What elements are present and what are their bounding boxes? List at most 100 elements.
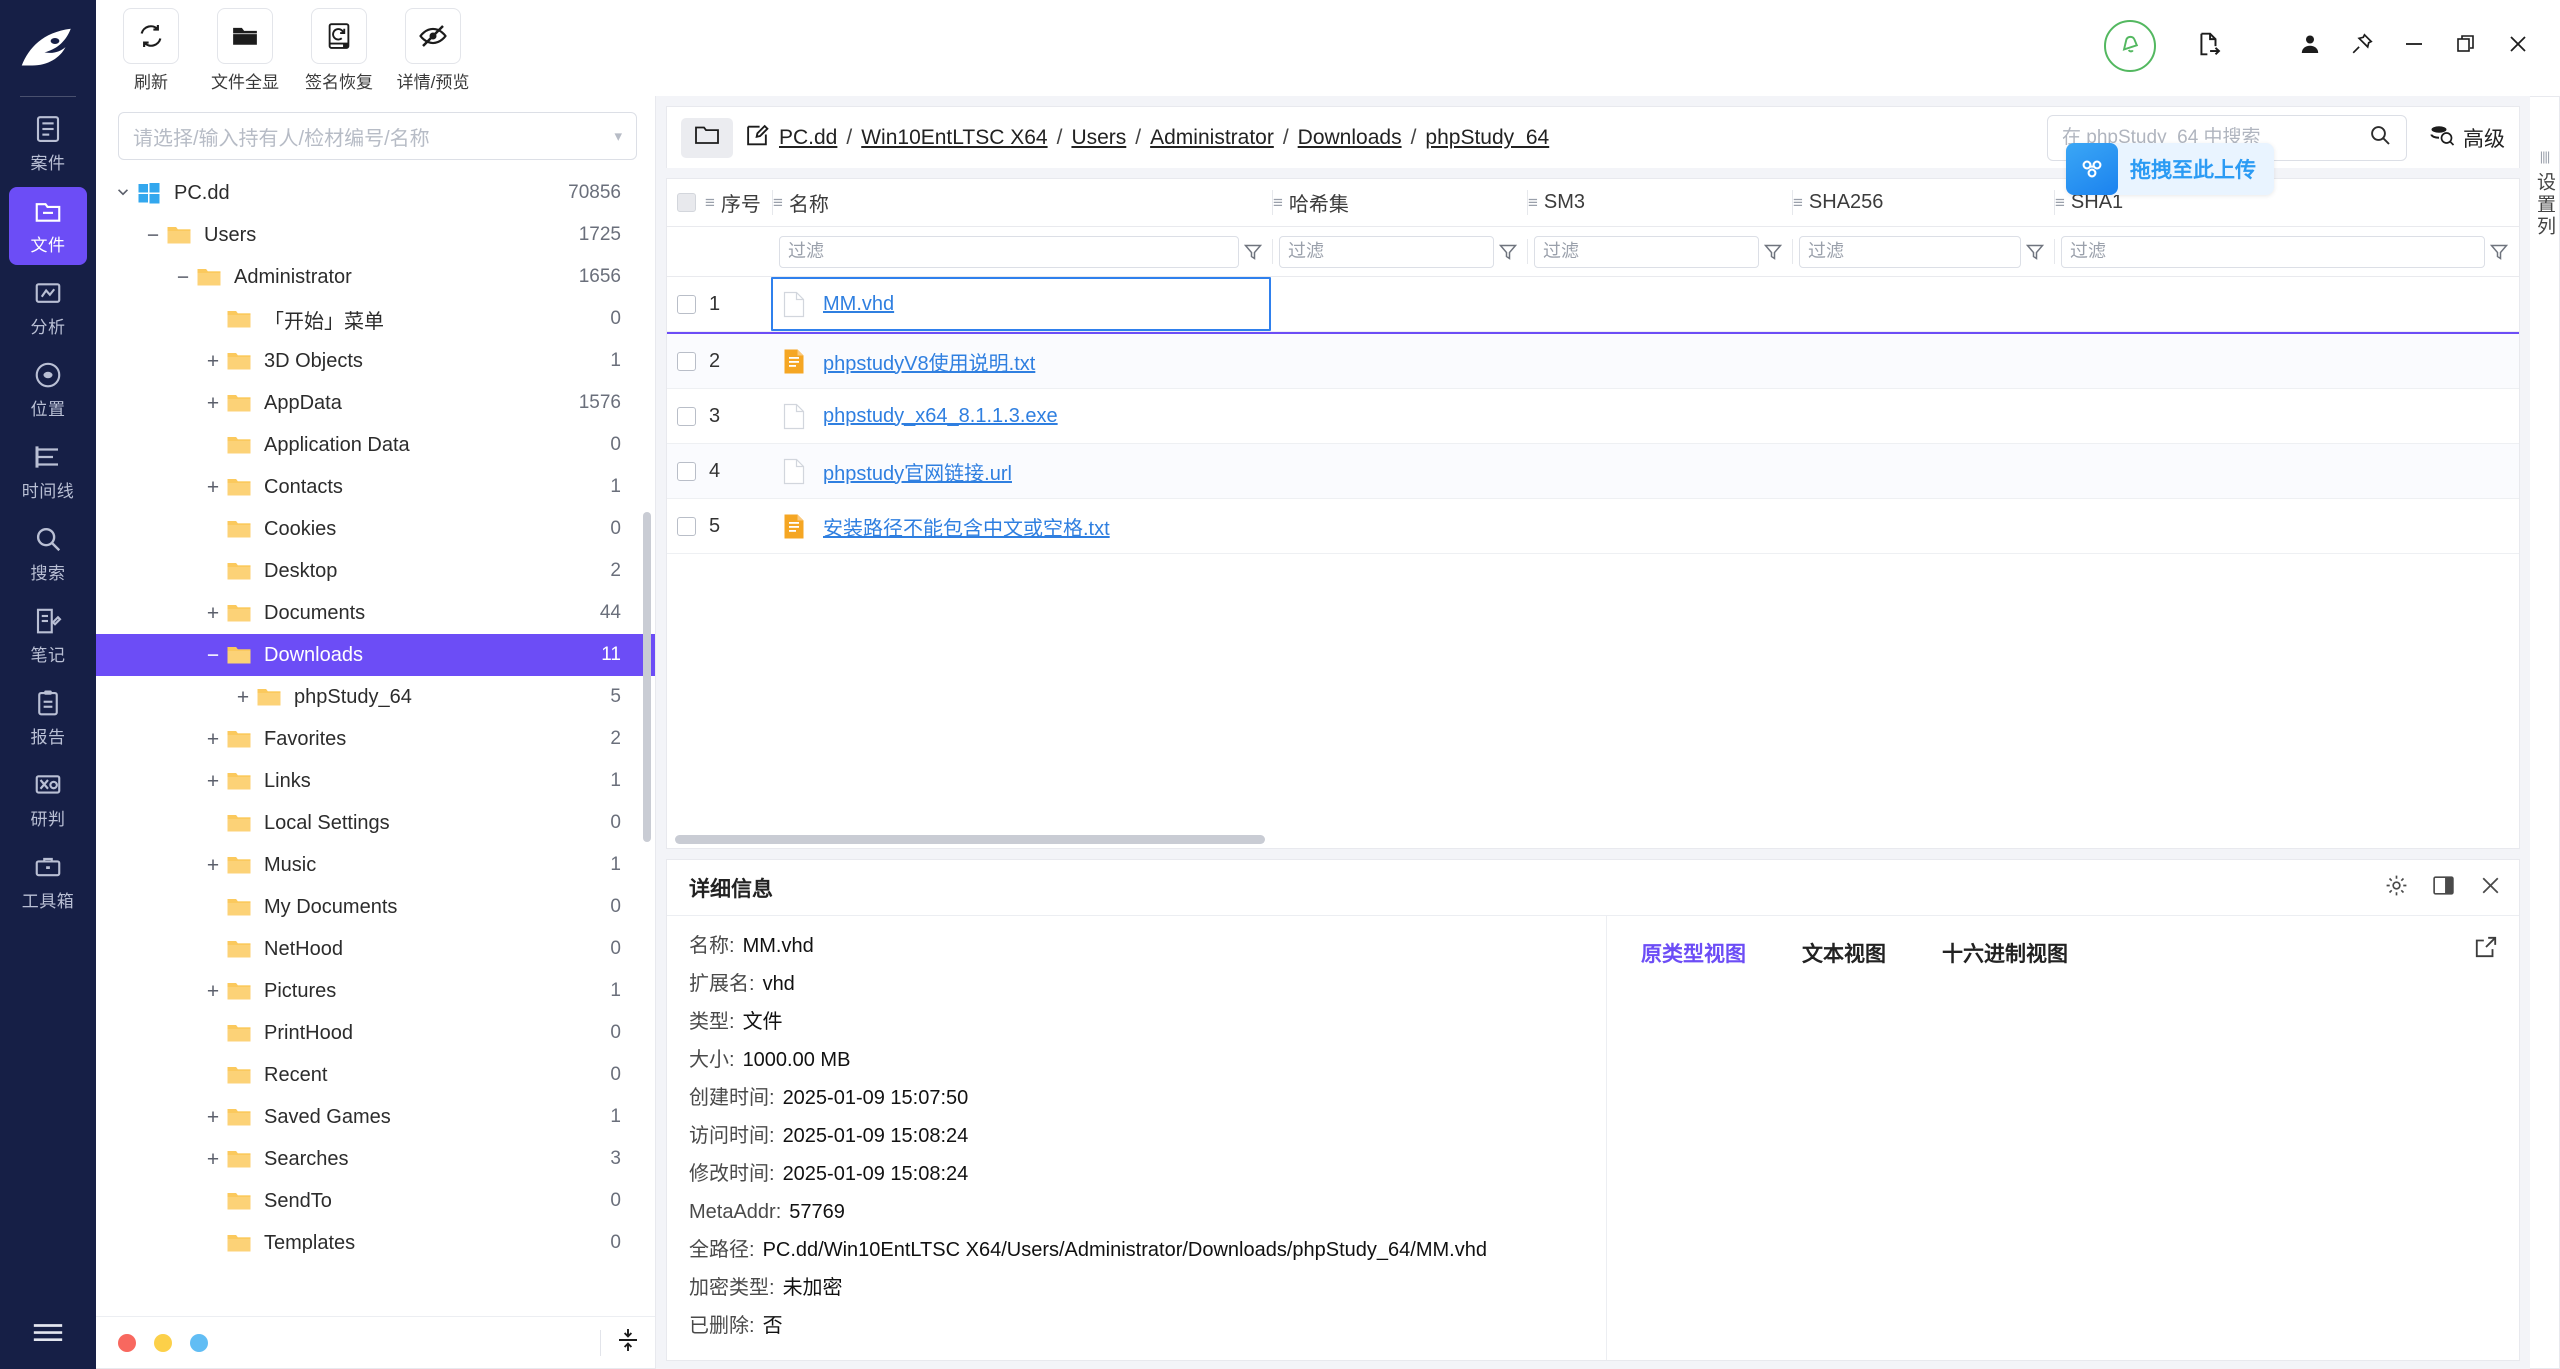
tree-node[interactable]: Local Settings 0 xyxy=(96,802,655,844)
open-external-icon[interactable] xyxy=(2473,934,2499,965)
tree-node[interactable]: Application Data 0 xyxy=(96,424,655,466)
breadcrumb-segment[interactable]: phpStudy_64 xyxy=(1425,126,1549,150)
filter-funnel-icon[interactable] xyxy=(1494,243,1522,261)
breadcrumb-segment[interactable]: PC.dd xyxy=(779,126,837,150)
search-icon[interactable] xyxy=(2368,123,2392,152)
gear-icon[interactable] xyxy=(2384,873,2409,903)
table-row[interactable]: 4 phpstudy官网链接.url xyxy=(667,444,2519,499)
maximize-button[interactable] xyxy=(2440,23,2492,69)
row-file-name[interactable]: 安装路径不能包含中文或空格.txt xyxy=(823,512,1110,541)
pin-window-button[interactable] xyxy=(2336,23,2388,69)
tag-dot-blue[interactable] xyxy=(190,1333,208,1352)
tree-collapse-icon[interactable]: − xyxy=(140,225,166,246)
row-checkbox-cell[interactable] xyxy=(667,351,705,371)
row-file-name[interactable]: MM.vhd xyxy=(823,293,894,316)
collapse-expand-icon[interactable] xyxy=(617,1327,639,1358)
close-icon[interactable] xyxy=(2478,873,2503,903)
tree-expand-icon[interactable]: + xyxy=(200,603,226,624)
sidebar-item-search[interactable]: 搜索 xyxy=(9,515,87,593)
table-row[interactable]: 3 phpstudy_x64_8.1.1.3.exe xyxy=(667,389,2519,444)
evidence-select[interactable]: 请选择/输入持有人/检材编号/名称 ▾ xyxy=(118,112,637,160)
filter-name-input[interactable] xyxy=(779,235,1239,268)
tree-node[interactable]: +3D Objects 1 xyxy=(96,340,655,382)
row-checkbox-cell[interactable] xyxy=(667,516,705,536)
tree-node[interactable]: − Downloads 11 xyxy=(96,634,655,676)
tree-node[interactable]: + Links 1 xyxy=(96,760,655,802)
row-checkbox[interactable] xyxy=(676,294,696,314)
tree-expand-icon[interactable]: + xyxy=(200,771,226,792)
advanced-search-button[interactable]: 高级 xyxy=(2429,123,2505,153)
notification-bell-button[interactable] xyxy=(2104,20,2156,72)
row-checkbox-cell[interactable] xyxy=(667,461,705,481)
tree-node[interactable]: + Searches 3 xyxy=(96,1138,655,1180)
table-horizontal-scrollbar[interactable] xyxy=(675,835,1265,844)
tree-expand-icon[interactable]: + xyxy=(200,393,226,414)
tree-node[interactable]: + phpStudy_64 5 xyxy=(96,676,655,718)
rail-menu-button[interactable] xyxy=(0,1321,96,1347)
row-file-name[interactable]: phpstudy官网链接.url xyxy=(823,457,1012,486)
close-button[interactable] xyxy=(2492,23,2544,69)
refresh-button[interactable]: 刷新 xyxy=(118,8,184,93)
preview-view-tab[interactable]: 文本视图 xyxy=(1802,938,1886,968)
tree-node[interactable]: + Favorites 2 xyxy=(96,718,655,760)
tree-node[interactable]: + Music 1 xyxy=(96,844,655,886)
minimize-button[interactable] xyxy=(2388,23,2440,69)
tree-node[interactable]: + Contacts 1 xyxy=(96,466,655,508)
tree-node[interactable]: SendTo 0 xyxy=(96,1180,655,1222)
row-file-name[interactable]: phpstudyV8使用说明.txt xyxy=(823,347,1035,376)
tree-scroll-area[interactable]: PC.dd 70856− Users 1725− Administrator 1656 「… xyxy=(96,172,655,1316)
show-all-files-button[interactable]: 文件全显 xyxy=(211,8,279,93)
tree-node[interactable]: Cookies 0 xyxy=(96,508,655,550)
tree-node[interactable]: Templates 0 xyxy=(96,1222,655,1264)
tree-expand-icon[interactable]: + xyxy=(230,687,256,708)
column-header-name[interactable]: ≡ 名称 xyxy=(773,179,1273,226)
filter-sha256-input[interactable] xyxy=(1799,235,2021,268)
row-file-name[interactable]: phpstudy_x64_8.1.1.3.exe xyxy=(823,405,1058,428)
open-folder-button[interactable] xyxy=(681,117,733,158)
filter-hashset-input[interactable] xyxy=(1279,235,1494,268)
row-name-cell[interactable]: phpstudyV8使用说明.txt xyxy=(773,334,1273,388)
tree-expand-icon[interactable]: + xyxy=(200,351,226,372)
sidebar-item-location[interactable]: 位置 xyxy=(9,351,87,429)
export-button[interactable] xyxy=(2186,23,2232,69)
tree-node[interactable]: + Saved Games 1 xyxy=(96,1096,655,1138)
column-settings-tab[interactable]: |||| 设置列 xyxy=(2530,96,2560,1369)
sidebar-item-notes[interactable]: 笔记 xyxy=(9,597,87,675)
breadcrumb-segment[interactable]: Administrator xyxy=(1150,126,1274,150)
row-name-cell[interactable]: 安装路径不能包含中文或空格.txt xyxy=(773,499,1273,553)
sidebar-item-case[interactable]: 案件 xyxy=(9,105,87,183)
filter-funnel-icon[interactable] xyxy=(2485,243,2513,261)
drag-upload-badge[interactable]: 拖拽至此上传 xyxy=(2066,143,2274,195)
filter-sha1-input[interactable] xyxy=(2061,235,2485,268)
tree-node[interactable]: 「开始」菜单 0 xyxy=(96,298,655,340)
edit-path-button[interactable] xyxy=(745,123,779,153)
row-checkbox-cell[interactable] xyxy=(667,294,705,314)
tag-dot-red[interactable] xyxy=(118,1333,136,1352)
tree-expand-icon[interactable]: + xyxy=(200,981,226,1002)
tree-node[interactable]: Recent 0 xyxy=(96,1054,655,1096)
tree-expand-icon[interactable]: + xyxy=(200,477,226,498)
tree-node[interactable]: + AppData 1576 xyxy=(96,382,655,424)
column-header-sm3[interactable]: ≡ SM3 xyxy=(1528,179,1793,226)
filter-funnel-icon[interactable] xyxy=(2021,243,2049,261)
detail-preview-button[interactable]: 详情/预览 xyxy=(397,8,469,93)
tree-node[interactable]: − Administrator 1656 xyxy=(96,256,655,298)
tree-node[interactable]: My Documents 0 xyxy=(96,886,655,928)
user-account-button[interactable] xyxy=(2284,23,2336,69)
row-checkbox-cell[interactable] xyxy=(667,406,705,426)
table-row[interactable]: 1 MM.vhd xyxy=(667,277,2519,332)
table-row[interactable]: 5 安装路径不能包含中文或空格.txt xyxy=(667,499,2519,554)
row-checkbox[interactable] xyxy=(676,406,696,426)
tree-node[interactable]: PC.dd 70856 xyxy=(96,172,655,214)
table-row[interactable]: 2 phpstudyV8使用说明.txt xyxy=(667,334,2519,389)
column-header-hashset[interactable]: ≡ 哈希集 xyxy=(1273,179,1528,226)
row-name-cell[interactable]: phpstudy官网链接.url xyxy=(773,444,1273,498)
sidebar-item-timeline[interactable]: 时间线 xyxy=(9,433,87,511)
row-name-cell[interactable]: MM.vhd xyxy=(771,277,1271,331)
sidebar-item-files[interactable]: 文件 xyxy=(9,187,87,265)
sidebar-item-toolbox[interactable]: 工具箱 xyxy=(9,843,87,921)
sidebar-item-judgement[interactable]: 研判 xyxy=(9,761,87,839)
row-checkbox[interactable] xyxy=(676,351,696,371)
tree-node[interactable]: Desktop 2 xyxy=(96,550,655,592)
filter-sm3-input[interactable] xyxy=(1534,235,1759,268)
